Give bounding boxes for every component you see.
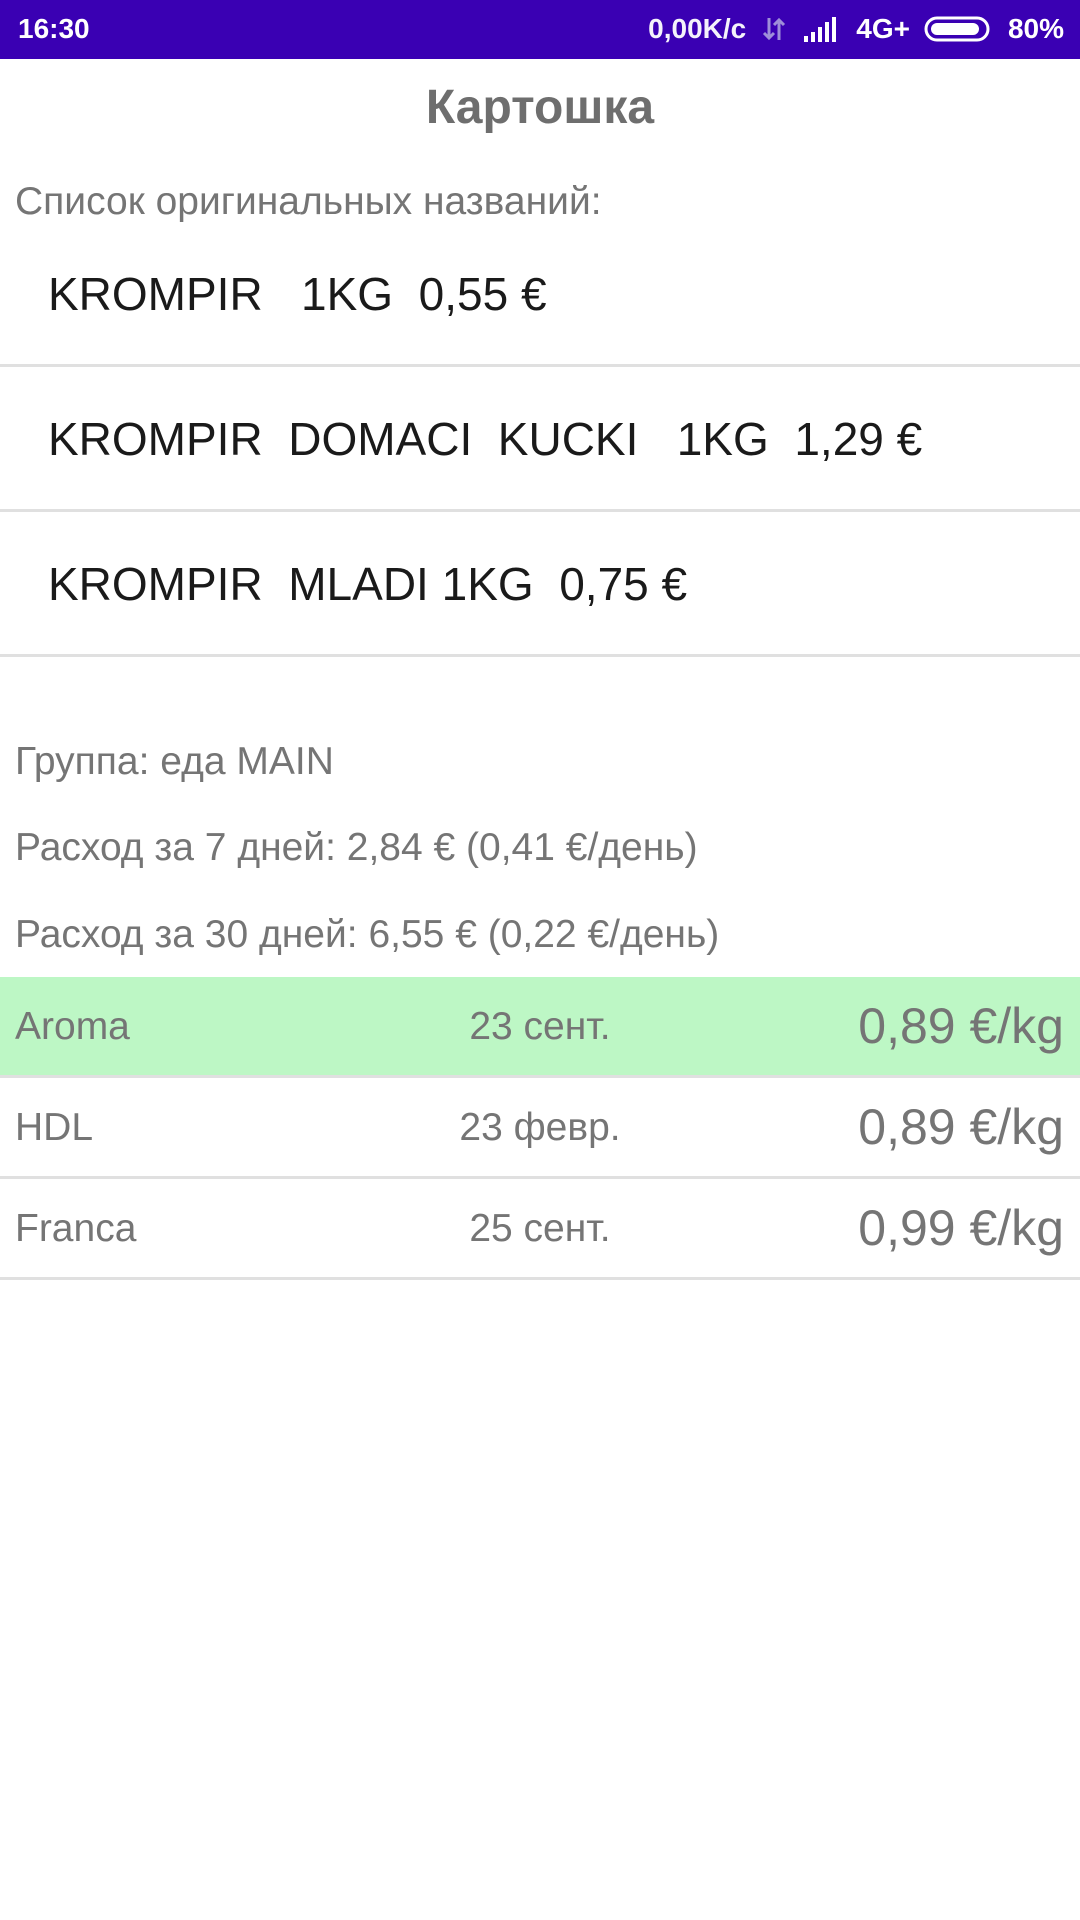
battery-percent: 80% xyxy=(1007,13,1064,44)
original-name-text: KROMPIR MLADI 1KG 0,75 € xyxy=(48,558,688,610)
status-time: 16:30 xyxy=(18,13,90,44)
signal-icon xyxy=(802,14,842,44)
data-transfer-icon xyxy=(760,14,788,44)
group-info: Группа: еда MAIN xyxy=(15,740,334,783)
page-title: Картошка xyxy=(425,81,655,134)
price-row[interactable]: HDL 23 февр. 0,89 €/kg xyxy=(0,1078,1080,1179)
price-row[interactable]: Aroma 23 сент. 0,89 €/kg xyxy=(0,977,1080,1078)
original-name-item[interactable]: KROMPIR MLADI 1KG 0,75 € xyxy=(0,512,1080,657)
expense-7-days: Расход за 7 дней: 2,84 € (0,41 €/день) xyxy=(15,826,698,869)
original-names-label: Список оригинальных названий: xyxy=(15,180,602,223)
expense-30-days: Расход за 30 дней: 6,55 € (0,22 €/день) xyxy=(15,913,720,956)
price-value: 0,89 €/kg xyxy=(858,998,1064,1054)
network-speed: 0,00K/c xyxy=(648,13,747,44)
price-value: 0,89 €/kg xyxy=(858,1099,1064,1155)
original-name-text: KROMPIR 1KG 0,55 € xyxy=(48,268,547,320)
network-type: 4G+ xyxy=(856,13,910,44)
battery-icon xyxy=(924,14,994,44)
status-bar: 16:30 0,00K/c 4G+ 80% xyxy=(0,0,1080,59)
price-list: Aroma 23 сент. 0,89 €/kg HDL 23 февр. 0,… xyxy=(0,977,1080,1280)
original-name-item[interactable]: KROMPIR 1KG 0,55 € xyxy=(0,222,1080,367)
original-names-list: KROMPIR 1KG 0,55 € KROMPIR DOMACI KUCKI … xyxy=(0,222,1080,657)
price-value: 0,99 €/kg xyxy=(858,1200,1064,1256)
original-name-text: KROMPIR DOMACI KUCKI 1KG 1,29 € xyxy=(48,413,923,465)
status-right-group: 0,00K/c 4G+ 80% xyxy=(648,13,1064,45)
price-row[interactable]: Franca 25 сент. 0,99 €/kg xyxy=(0,1179,1080,1280)
original-name-item[interactable]: KROMPIR DOMACI KUCKI 1KG 1,29 € xyxy=(0,367,1080,512)
